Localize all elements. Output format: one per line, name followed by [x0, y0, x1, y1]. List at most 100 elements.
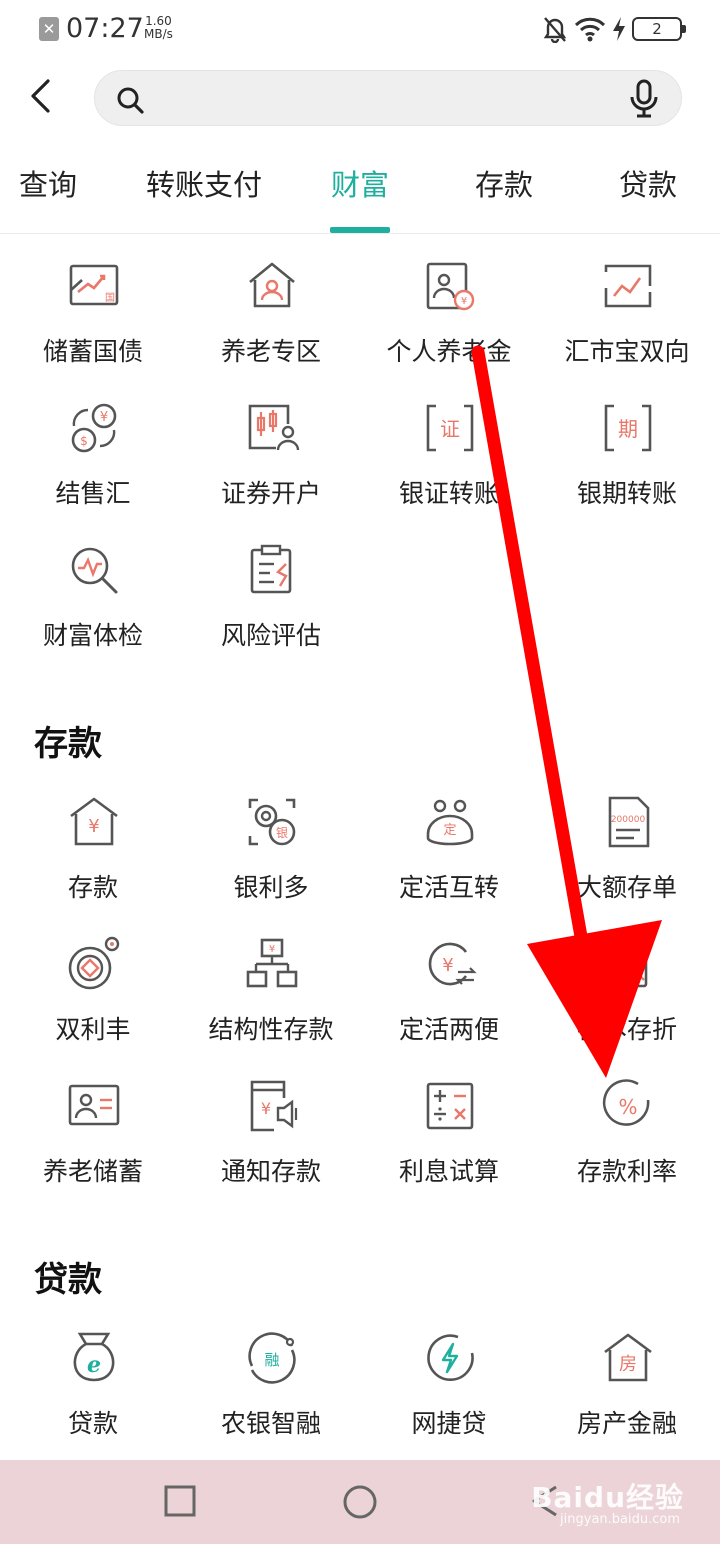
deposit-item-label: 定活互转	[398, 873, 499, 902]
deposit-item-notice[interactable]: ¥ 通知存款	[182, 1078, 360, 1208]
search-input[interactable]	[155, 79, 615, 119]
loan-item-wangjiedai[interactable]: 网捷贷	[360, 1330, 538, 1460]
system-nav-bar: Baidu经验 jingyan.baidu.com	[0, 1460, 720, 1544]
deposit-item-label: 存本存折	[576, 1015, 677, 1044]
tab-transfer-payment[interactable]: 转账支付	[144, 162, 264, 234]
svg-text:¥: ¥	[100, 410, 108, 425]
pension-savings-icon	[68, 1084, 120, 1126]
wealth-item-label: 风险评估	[220, 621, 321, 650]
deposit-item-fixed-demand-convenient[interactable]: ¥ 定活两便	[360, 936, 538, 1066]
wealth-item-personal-pension[interactable]: ¥ 个人养老金	[360, 258, 538, 388]
risk-assessment-icon	[250, 544, 292, 594]
deposit-item-large-cd[interactable]: 200000 大额存单	[538, 794, 716, 924]
wealth-item-pension-zone[interactable]: 养老专区	[182, 258, 360, 388]
deposit-item-label: 养老储蓄	[42, 1157, 143, 1186]
svg-text:融: 融	[264, 1351, 279, 1369]
wangjiedai-icon	[427, 1334, 474, 1381]
forex-chart-icon	[604, 264, 652, 308]
fixed-demand-convenient-icon: ¥	[428, 942, 477, 986]
search-bar[interactable]	[94, 70, 682, 126]
wealth-item-risk[interactable]: 风险评估	[182, 542, 360, 672]
watermark-logo: Baidu经验	[531, 1481, 684, 1514]
nongyin-zhirong-icon: 融	[248, 1332, 296, 1384]
deposit-item-deposit[interactable]: ¥ 存款	[4, 794, 182, 924]
search-header	[0, 58, 720, 140]
svg-text:$: $	[80, 434, 88, 448]
battery-icon: 2	[632, 17, 686, 41]
wealth-item-bank-securities[interactable]: 证 银证转账	[360, 400, 538, 530]
search-icon	[117, 87, 144, 114]
deposit-section-title: 存款	[34, 724, 102, 764]
deposit-item-yinliduo[interactable]: 银 银利多	[182, 794, 360, 924]
loan-item-label: 农银智融	[220, 1409, 321, 1438]
deposit-item-passbook[interactable]: 存本存折	[538, 936, 716, 1066]
active-tab-indicator	[330, 227, 390, 233]
microphone-icon[interactable]	[627, 79, 661, 119]
deposit-item-label: 存款利率	[576, 1157, 677, 1186]
yinliduo-icon: 银	[248, 798, 296, 846]
tab-wealth[interactable]: 财富	[326, 162, 394, 234]
svg-text:证: 证	[440, 417, 460, 441]
loan-item-zhirong[interactable]: 融 农银智融	[182, 1330, 360, 1460]
svg-text:¥: ¥	[261, 1099, 271, 1118]
deposit-item-shuanglifeng[interactable]: 双利丰	[4, 936, 182, 1066]
deposit-item-label: 双利丰	[55, 1015, 131, 1044]
loan-item-label: 网捷贷	[411, 1409, 487, 1438]
wealth-item-label: 结售汇	[55, 479, 131, 508]
fixed-demand-swap-icon: 定	[426, 799, 474, 846]
currency-exchange-icon: ¥ $	[71, 403, 117, 453]
house-finance-icon: 房	[604, 1333, 652, 1382]
bond-chart-icon: 国	[69, 264, 119, 306]
wealth-item-label: 证券开户	[220, 479, 321, 508]
pension-house-icon	[249, 262, 295, 308]
svg-text:¥: ¥	[269, 944, 275, 955]
recent-apps-icon[interactable]	[164, 1484, 196, 1518]
bank-securities-transfer-icon: 证	[426, 404, 474, 452]
deposit-item-label: 结构性存款	[208, 1015, 334, 1044]
svg-text:国: 国	[105, 292, 115, 304]
pension-card-icon: ¥	[426, 262, 475, 311]
loan-bag-icon: e	[73, 1332, 115, 1382]
wealth-item-fx-settlement[interactable]: ¥ $ 结售汇	[4, 400, 182, 530]
watermark-url: jingyan.baidu.com	[560, 1512, 680, 1527]
svg-text:200000: 200000	[611, 815, 646, 825]
large-certificate-icon: 200000	[608, 796, 650, 848]
wealth-item-label: 银期转账	[576, 479, 677, 508]
home-icon[interactable]	[342, 1484, 378, 1520]
wealth-item-label: 养老专区	[220, 337, 321, 366]
bank-futures-transfer-icon: 期	[604, 404, 652, 452]
tab-query[interactable]: 查询	[14, 162, 82, 234]
svg-text:¥: ¥	[88, 816, 99, 837]
loan-item-house-finance[interactable]: 房 房产金融	[538, 1330, 716, 1460]
deposit-item-pension-savings[interactable]: 养老储蓄	[4, 1078, 182, 1208]
deposit-item-rate[interactable]: % 存款利率	[538, 1078, 716, 1208]
charging-bolt-icon	[613, 17, 625, 41]
tab-loan[interactable]: 贷款	[614, 162, 682, 234]
tab-deposit[interactable]: 存款	[470, 162, 538, 234]
deposit-item-fixed-demand-swap[interactable]: 定 定活互转	[360, 794, 538, 924]
status-time: 07:27	[66, 13, 144, 44]
passbook-icon	[608, 940, 648, 988]
wealth-item-bank-futures[interactable]: 期 银期转账	[538, 400, 716, 530]
deposit-item-interest-calc[interactable]: 利息试算	[360, 1078, 538, 1208]
wealth-item-forex[interactable]: 汇市宝双向	[538, 258, 716, 388]
wealth-item-bond[interactable]: 国 储蓄国债	[4, 258, 182, 388]
svg-text:期: 期	[618, 417, 638, 441]
loan-item-label: 房产金融	[576, 1409, 677, 1438]
notification-close-icon: ✕	[39, 17, 59, 41]
network-speed: 1.60 MB/s	[144, 15, 173, 41]
deposit-item-label: 存款	[67, 873, 118, 902]
back-button[interactable]	[20, 72, 60, 120]
wealth-item-checkup[interactable]: 财富体检	[4, 542, 182, 672]
deposit-item-label: 银利多	[233, 873, 309, 902]
wealth-item-label: 汇市宝双向	[564, 337, 690, 366]
chevron-left-icon	[31, 79, 50, 113]
status-bar: ✕ 07:27 1.60 MB/s 2	[0, 0, 720, 58]
deposit-item-structured[interactable]: ¥ 结构性存款	[182, 936, 360, 1066]
loan-section-title: 贷款	[34, 1260, 102, 1300]
loan-item-loan[interactable]: e 贷款	[4, 1330, 182, 1460]
securities-account-icon	[248, 404, 300, 451]
svg-text:e: e	[87, 1352, 101, 1378]
deposit-rate-icon: %	[602, 1079, 650, 1126]
wealth-item-securities-account[interactable]: 证券开户	[182, 400, 360, 530]
